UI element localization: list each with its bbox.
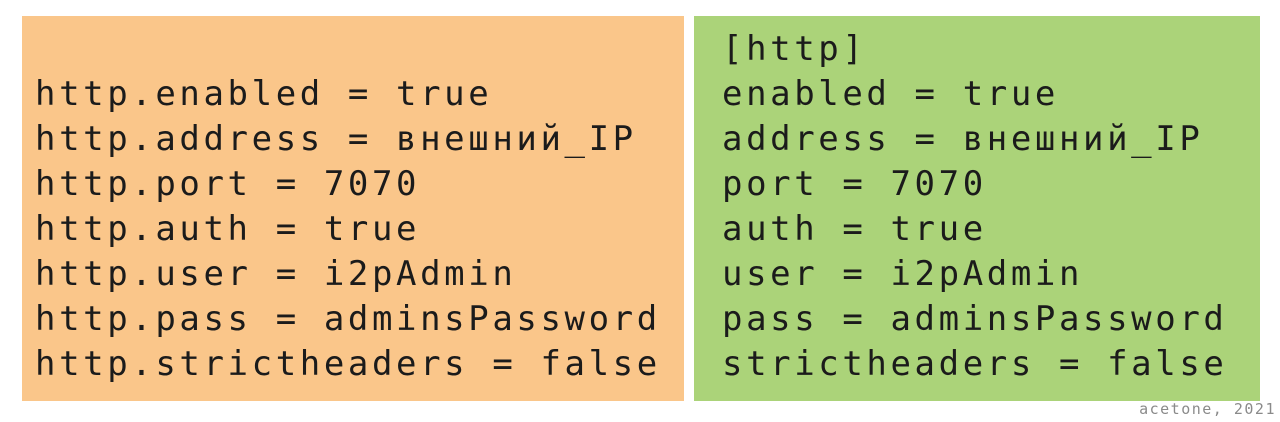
config-line-port: port = 7070	[722, 164, 987, 204]
config-line-user: http.user = i2pAdmin	[35, 254, 517, 294]
config-line-blank	[35, 27, 661, 72]
section-config-panel: [http] enabled = true address = внешний_…	[694, 16, 1260, 401]
config-line-pass: pass = adminsPassword	[722, 299, 1228, 339]
config-line-auth: auth = true	[722, 209, 987, 249]
config-line-address: address = внешний_IP	[722, 119, 1204, 159]
config-comparison: http.enabled = true http.address = внешн…	[0, 0, 1280, 422]
author-credit: acetone, 2021	[1139, 400, 1276, 418]
config-line-strictheaders: strictheaders = false	[722, 344, 1228, 384]
config-line-port: http.port = 7070	[35, 164, 421, 204]
config-line-enabled: enabled = true	[722, 74, 1059, 114]
section-config-lines: [http] enabled = true address = внешний_…	[722, 27, 1227, 387]
config-line-enabled: http.enabled = true	[35, 74, 493, 114]
config-section-header: [http]	[722, 29, 867, 69]
config-line-address: http.address = внешний_IP	[35, 119, 637, 159]
flat-config-lines: http.enabled = true http.address = внешн…	[35, 27, 661, 387]
config-line-auth: http.auth = true	[35, 209, 421, 249]
flat-config-panel: http.enabled = true http.address = внешн…	[22, 16, 684, 401]
config-line-strictheaders: http.strictheaders = false	[35, 344, 661, 384]
config-line-pass: http.pass = adminsPassword	[35, 299, 661, 339]
config-line-user: user = i2pAdmin	[722, 254, 1084, 294]
